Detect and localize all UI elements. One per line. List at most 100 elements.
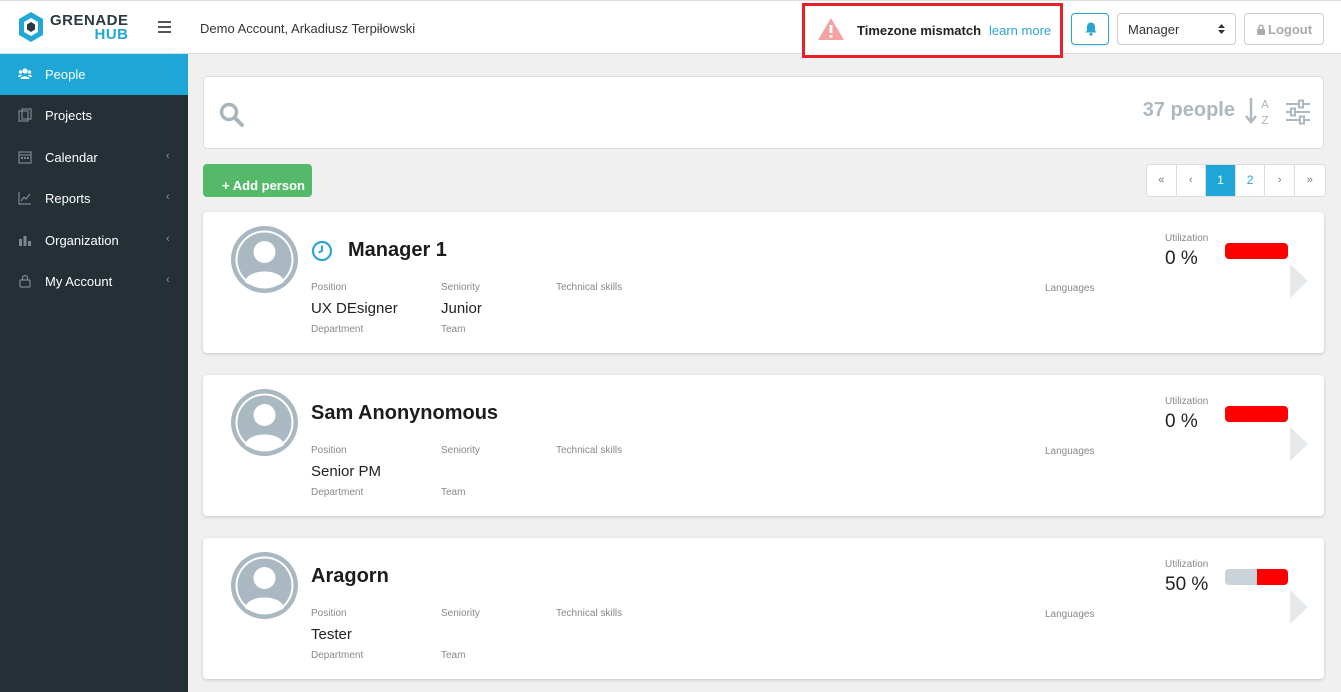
- team-label: Team: [441, 324, 466, 335]
- logout-label: Logout: [1268, 22, 1313, 37]
- technical-skills-label: Technical skills: [556, 445, 623, 456]
- utilization-bar: [1225, 243, 1288, 259]
- person-card[interactable]: Aragorn Position Tester Seniority Techni…: [203, 538, 1324, 679]
- warning-icon: [818, 18, 844, 40]
- team-label: Team: [441, 650, 466, 661]
- people-search-panel[interactable]: 37 people A Z: [203, 76, 1324, 149]
- svg-text:Z: Z: [1261, 114, 1269, 127]
- lock-icon: [19, 274, 31, 288]
- sidebar-item-people[interactable]: People: [0, 54, 188, 95]
- logo-text: GRENADE HUB: [50, 13, 129, 43]
- search-icon[interactable]: [218, 101, 246, 129]
- people-count: 37 people: [1142, 99, 1235, 121]
- utilization-value: 50 %: [1165, 574, 1209, 595]
- utilization-bar-remaining: [1225, 243, 1288, 259]
- seniority-value: Junior: [441, 300, 482, 317]
- menu-toggle-icon[interactable]: [158, 21, 171, 33]
- sidebar: People Projects Calendar ‹ Reports ‹ Org…: [0, 54, 188, 692]
- notifications-button[interactable]: [1071, 13, 1109, 45]
- chart-icon: [18, 192, 31, 205]
- page-1-button[interactable]: 1: [1206, 165, 1236, 196]
- sidebar-item-label: Projects: [45, 108, 92, 123]
- department-label: Department: [311, 487, 364, 498]
- page-first-button[interactable]: «: [1147, 165, 1177, 196]
- page-next-button[interactable]: ›: [1265, 165, 1295, 196]
- avatar-icon: [231, 389, 298, 456]
- sidebar-item-label: Calendar: [45, 150, 98, 165]
- account-name: Demo Account, Arkadiusz Terpiłowski: [200, 21, 416, 36]
- utilization-bar-remaining: [1225, 406, 1288, 422]
- department-label: Department: [311, 324, 364, 335]
- projects-icon: [18, 108, 32, 122]
- person-name[interactable]: Aragorn: [311, 565, 389, 588]
- avatar-icon: [231, 226, 298, 293]
- chevron-right-icon[interactable]: [1290, 427, 1308, 461]
- person-name[interactable]: Sam Anonynomous: [311, 402, 498, 425]
- users-icon: [18, 68, 32, 79]
- person-card[interactable]: Manager 1 Position UX DEsigner Seniority…: [203, 212, 1324, 353]
- seniority-label: Seniority: [441, 445, 480, 456]
- utilization-bar: [1225, 406, 1288, 422]
- person-name[interactable]: Manager 1: [348, 239, 447, 262]
- page-2-button[interactable]: 2: [1236, 165, 1266, 196]
- calendar-icon: [18, 151, 32, 164]
- logo-line2: HUB: [94, 26, 129, 43]
- utilization-value: 0 %: [1165, 411, 1198, 432]
- sidebar-item-label: Organization: [45, 233, 119, 248]
- sort-alpha-icon[interactable]: A Z: [1245, 95, 1273, 127]
- utilization-value: 0 %: [1165, 248, 1198, 269]
- sidebar-item-label: Reports: [45, 191, 91, 206]
- sidebar-item-calendar[interactable]: Calendar ‹: [0, 137, 188, 178]
- technical-skills-label: Technical skills: [556, 608, 623, 619]
- languages-label: Languages: [1045, 446, 1095, 457]
- timezone-warning-text: Timezone mismatch: [857, 23, 982, 38]
- position-label: Position: [311, 445, 347, 456]
- top-bar: GRENADE HUB Demo Account, Arkadiusz Terp…: [0, 0, 1341, 58]
- chevron-left-icon: ‹: [166, 233, 170, 245]
- sidebar-item-projects[interactable]: Projects: [0, 95, 188, 136]
- sidebar-item-organization[interactable]: Organization ‹: [0, 220, 188, 261]
- utilization-label: Utilization: [1165, 396, 1209, 407]
- chevron-right-icon[interactable]: [1290, 264, 1308, 298]
- sidebar-item-label: People: [45, 67, 86, 82]
- page-prev-button[interactable]: ‹: [1177, 165, 1207, 196]
- timezone-alert: Timezone mismatch learn more: [802, 3, 1063, 58]
- logout-button[interactable]: Logout: [1244, 13, 1324, 45]
- bell-icon: [1085, 22, 1097, 36]
- seniority-label: Seniority: [441, 282, 480, 293]
- clock-icon: [311, 240, 333, 262]
- role-selected-value: Manager: [1128, 22, 1180, 37]
- plus-icon: +: [222, 177, 233, 193]
- technical-skills-label: Technical skills: [556, 282, 623, 293]
- filter-sliders-icon[interactable]: [1285, 99, 1311, 125]
- position-value: Tester: [311, 626, 352, 643]
- add-person-button[interactable]: + Add person: [203, 164, 312, 197]
- organization-icon: [19, 236, 31, 246]
- grenade-hub-logo-icon: [19, 12, 43, 42]
- chevron-right-icon[interactable]: [1290, 590, 1308, 624]
- seniority-label: Seniority: [441, 608, 480, 619]
- languages-label: Languages: [1045, 283, 1095, 294]
- department-label: Department: [311, 650, 364, 661]
- utilization-bar-remaining: [1256, 569, 1288, 585]
- person-card[interactable]: Sam Anonynomous Position Senior PM Senio…: [203, 375, 1324, 516]
- learn-more-link[interactable]: learn more: [989, 23, 1051, 38]
- utilization-bar: [1225, 569, 1288, 585]
- add-person-label: Add person: [232, 177, 305, 193]
- sidebar-item-reports[interactable]: Reports ‹: [0, 178, 188, 219]
- languages-label: Languages: [1045, 609, 1095, 620]
- chevron-left-icon: ‹: [166, 274, 170, 286]
- pagination: « ‹ 1 2 › »: [1146, 164, 1326, 197]
- utilization-label: Utilization: [1165, 233, 1209, 244]
- select-caret-icon: [1218, 24, 1225, 34]
- page-last-button[interactable]: »: [1295, 165, 1325, 196]
- position-value: UX DEsigner: [311, 300, 398, 317]
- role-select[interactable]: Manager: [1117, 13, 1236, 45]
- svg-text:A: A: [1261, 98, 1269, 111]
- team-label: Team: [441, 487, 466, 498]
- utilization-label: Utilization: [1165, 559, 1209, 570]
- avatar-icon: [231, 552, 298, 619]
- logo[interactable]: GRENADE HUB: [18, 11, 128, 45]
- chevron-left-icon: ‹: [166, 191, 170, 203]
- sidebar-item-my-account[interactable]: My Account ‹: [0, 261, 188, 302]
